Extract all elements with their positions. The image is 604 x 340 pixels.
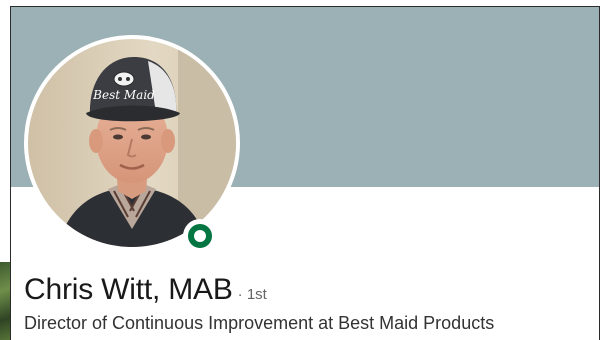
profile-name[interactable]: Chris Witt, MAB	[24, 273, 233, 307]
cap-logo-text: Best Maid	[92, 88, 155, 102]
degree-label: 1st	[246, 286, 267, 303]
degree-separator: ·	[237, 286, 243, 303]
profile-card: Best Maid Chris Witt, MAB · 1st Director…	[10, 6, 600, 340]
profile-name-row: Chris Witt, MAB · 1st	[24, 273, 267, 307]
profile-headline: Director of Continuous Improvement at Be…	[24, 313, 495, 333]
connection-degree: · 1st	[238, 286, 267, 303]
profile-avatar-frame[interactable]: Best Maid	[24, 35, 240, 251]
online-status-icon	[188, 224, 212, 248]
online-status-badge	[183, 219, 217, 253]
profile-screen: Best Maid Chris Witt, MAB · 1st Director…	[0, 0, 604, 340]
profile-photo[interactable]: Best Maid	[28, 39, 236, 247]
